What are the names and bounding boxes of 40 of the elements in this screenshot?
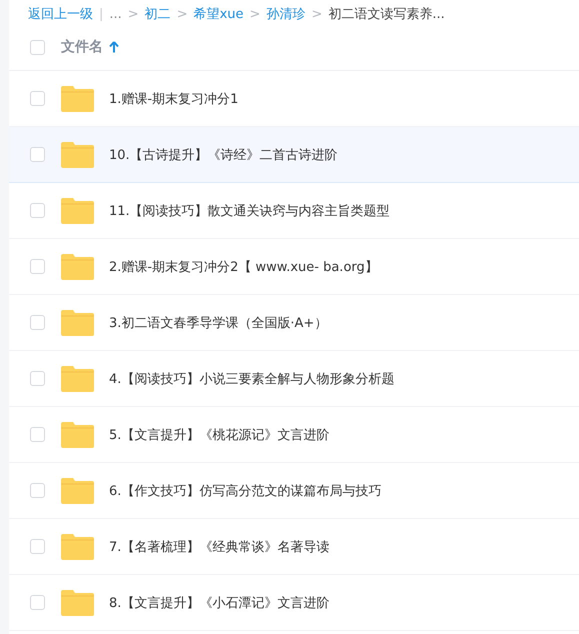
- file-name[interactable]: 1.赠课-期末复习冲分1: [109, 90, 238, 108]
- file-name[interactable]: 2.赠课-期末复习冲分2【 www.xue- ba.org】: [109, 258, 378, 276]
- folder-icon: [61, 534, 94, 560]
- row-checkbox[interactable]: [30, 315, 45, 330]
- file-name[interactable]: 5.【文言提升】《桃花源记》文言进阶: [109, 426, 330, 444]
- breadcrumb-separator: >: [176, 6, 188, 22]
- row-checkbox[interactable]: [30, 371, 45, 386]
- row-checkbox[interactable]: [30, 147, 45, 162]
- folder-icon: [61, 310, 94, 336]
- select-all-checkbox[interactable]: [30, 40, 45, 54]
- file-row[interactable]: 10.【古诗提升】《诗经》二首古诗进阶: [9, 127, 579, 183]
- file-name[interactable]: 6.【作文技巧】仿写高分范文的谋篇布局与技巧: [109, 482, 382, 500]
- breadcrumb-separator: |: [99, 6, 104, 22]
- sort-arrow-icon[interactable]: [109, 41, 119, 53]
- folder-icon: [61, 142, 94, 168]
- folder-icon: [61, 422, 94, 448]
- folder-icon: [61, 478, 94, 504]
- breadcrumb-current: 初二语文读写素养...: [328, 6, 445, 23]
- file-name[interactable]: 3.初二语文春季导学课（全国版·A+）: [109, 314, 328, 332]
- folder-icon: [61, 590, 94, 616]
- file-name[interactable]: 8.【文言提升】《小石潭记》文言进阶: [109, 594, 330, 612]
- file-name[interactable]: 4.【阅读技巧】小说三要素全解与人物形象分析题: [109, 370, 394, 388]
- row-checkbox[interactable]: [30, 203, 45, 218]
- row-checkbox[interactable]: [30, 483, 45, 498]
- breadcrumb-ellipsis: ...: [109, 6, 122, 22]
- folder-icon: [61, 198, 94, 224]
- breadcrumb-separator: >: [311, 6, 322, 22]
- row-checkbox[interactable]: [30, 427, 45, 442]
- file-name[interactable]: 7.【名著梳理】《经典常谈》名著导读: [109, 538, 330, 556]
- folder-icon: [61, 254, 94, 280]
- folder-icon: [61, 86, 94, 112]
- file-name[interactable]: 10.【古诗提升】《诗经》二首古诗进阶: [109, 146, 338, 164]
- breadcrumb-separator: >: [128, 6, 139, 22]
- row-checkbox[interactable]: [30, 539, 45, 554]
- breadcrumb-separator: >: [250, 6, 260, 22]
- file-name[interactable]: 11.【阅读技巧】散文通关诀窍与内容主旨类题型: [109, 202, 390, 220]
- row-checkbox[interactable]: [30, 259, 45, 274]
- folder-icon: [61, 366, 94, 392]
- row-checkbox[interactable]: [30, 91, 45, 106]
- row-checkbox[interactable]: [30, 595, 45, 610]
